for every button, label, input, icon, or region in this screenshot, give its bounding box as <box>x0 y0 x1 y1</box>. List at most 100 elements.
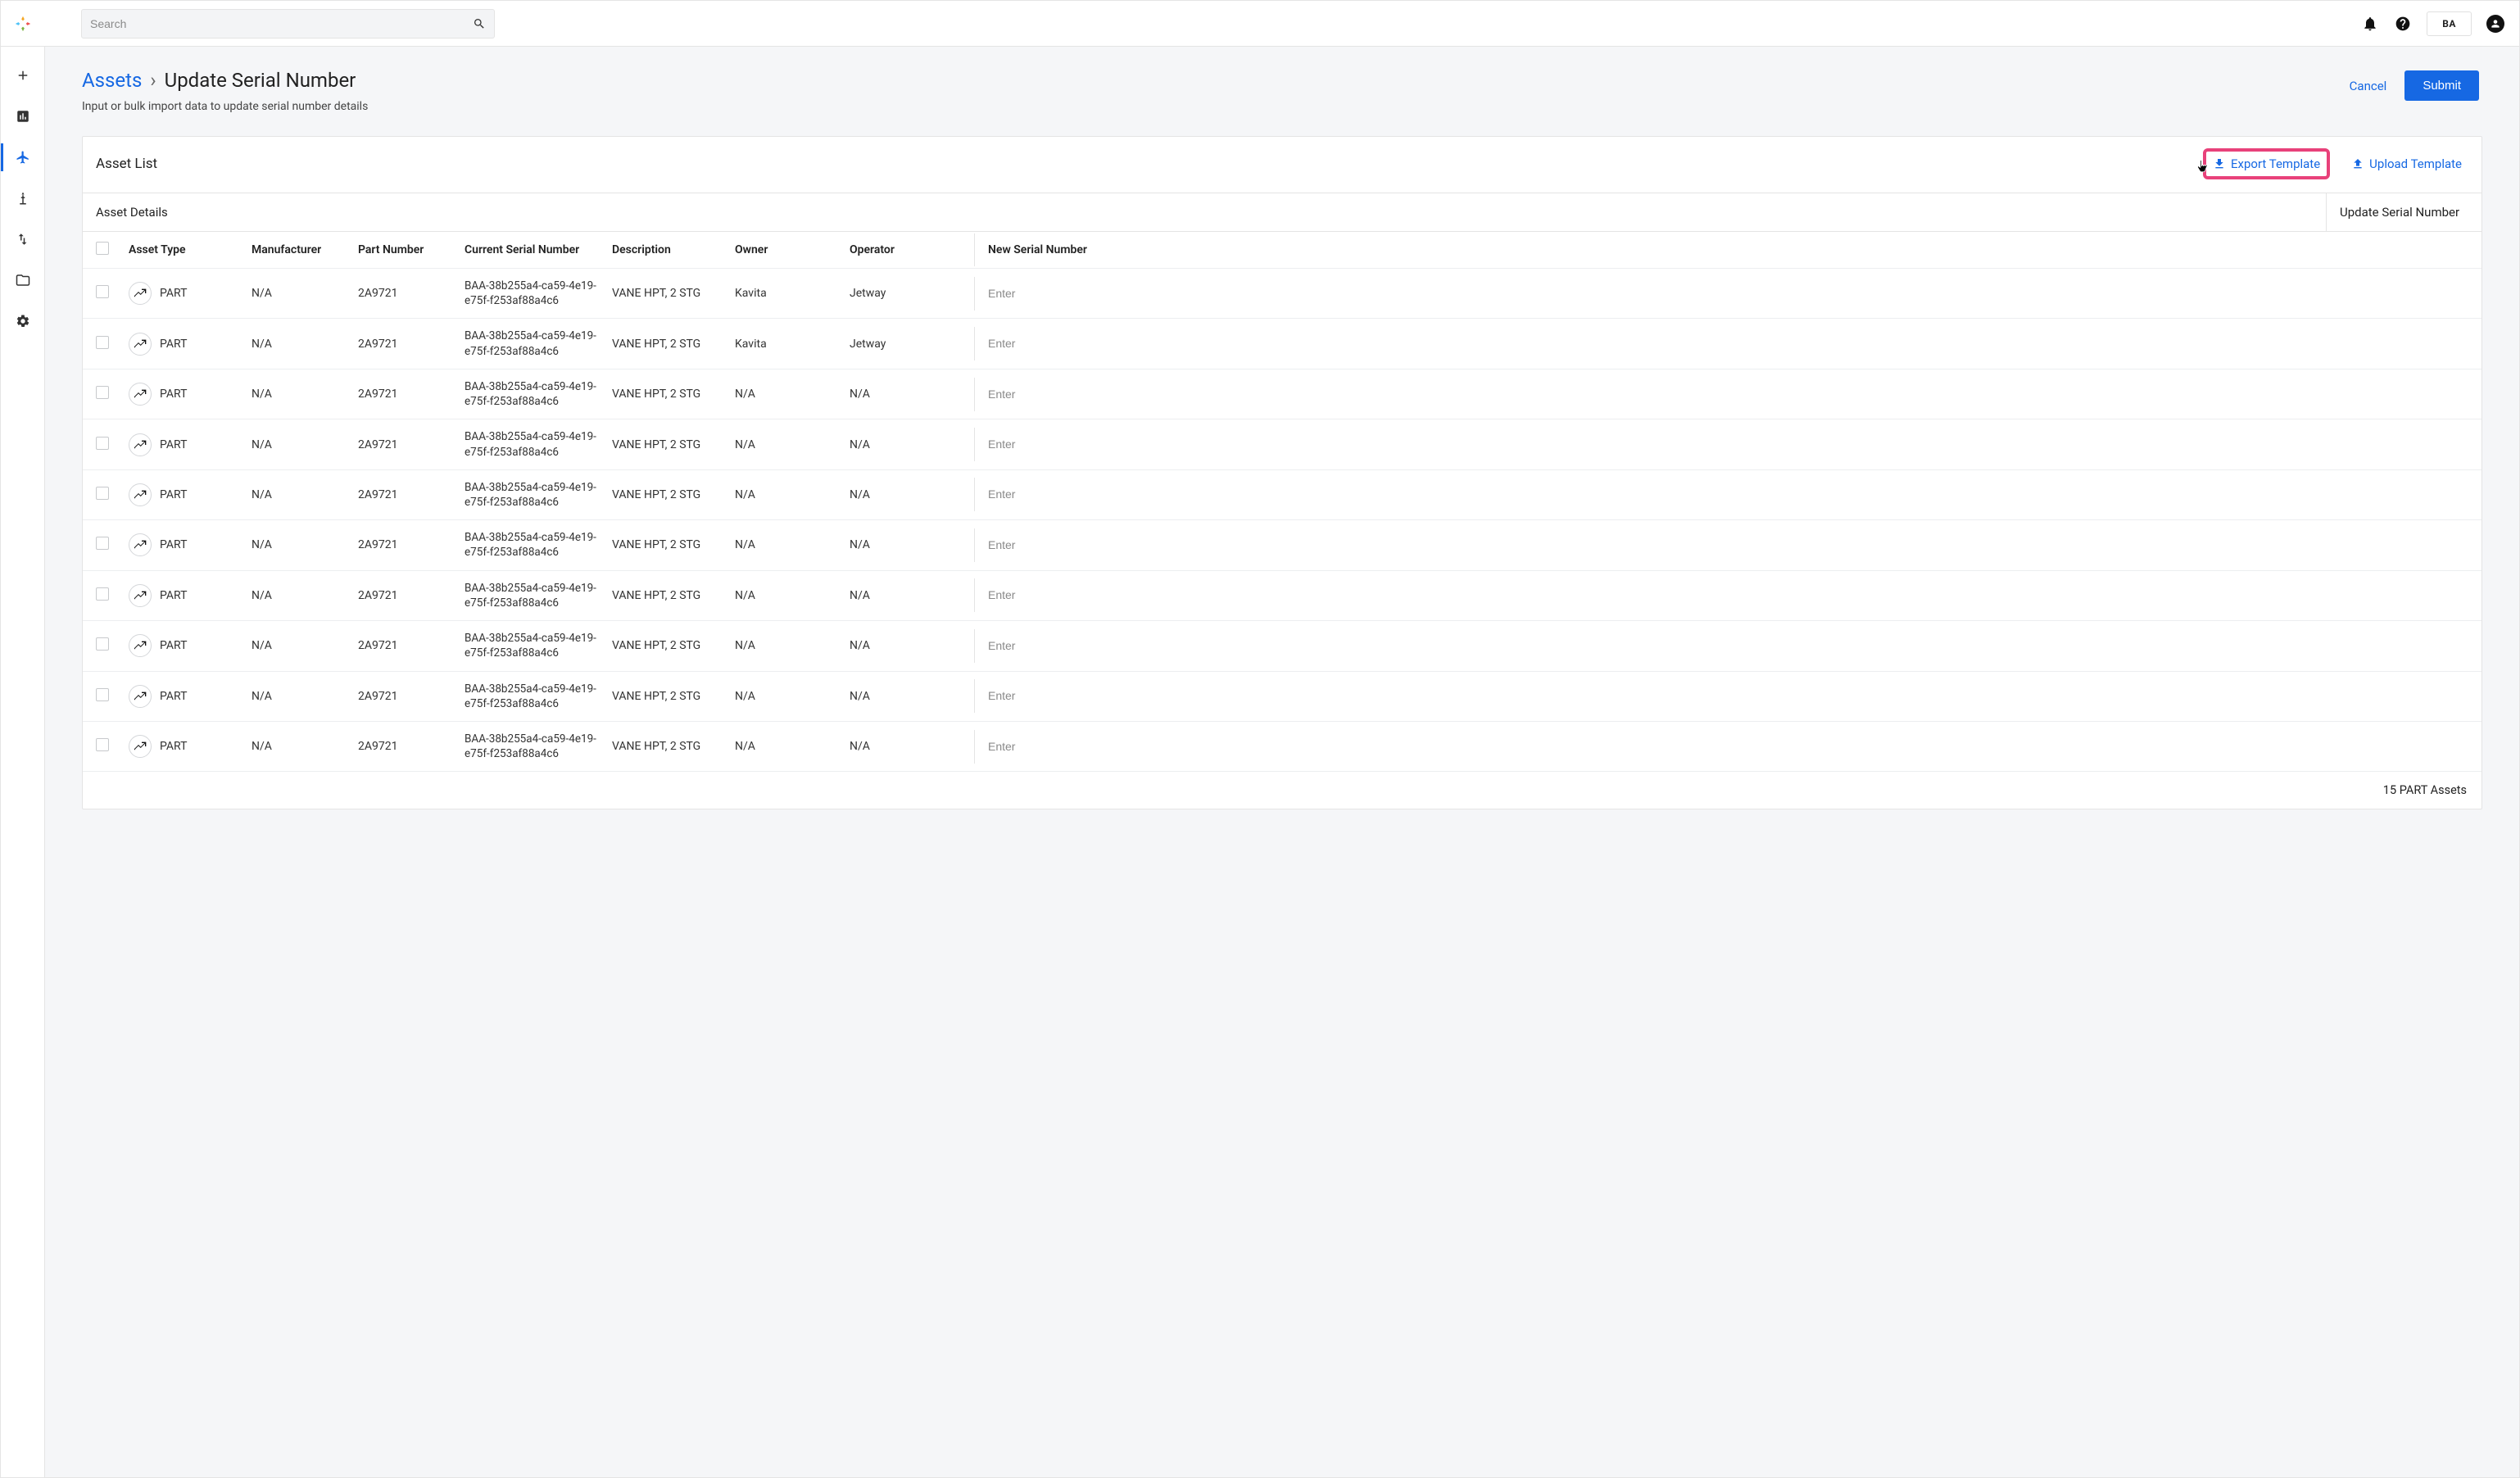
airplane-icon <box>16 150 30 165</box>
operator-value: N/A <box>843 629 974 662</box>
owner-value: Kavita <box>728 277 843 310</box>
plus-icon <box>16 68 30 83</box>
page-subtitle: Input or bulk import data to update seri… <box>82 100 2350 113</box>
search-box[interactable] <box>81 9 495 39</box>
asset-type-value: PART <box>160 488 187 501</box>
row-checkbox[interactable] <box>96 587 109 601</box>
new-serial-input[interactable] <box>988 538 1123 551</box>
part-icon <box>129 685 152 708</box>
current-serial-value: BAA-38b255a4-ca59-4e19-e75f-f253af88a4c6 <box>458 571 605 620</box>
description-value: VANE HPT, 2 STG <box>605 579 728 612</box>
breadcrumb-current: Update Serial Number <box>165 69 356 92</box>
row-checkbox[interactable] <box>96 386 109 399</box>
tower-icon <box>16 191 30 206</box>
row-checkbox[interactable] <box>96 688 109 701</box>
part-icon <box>129 584 152 607</box>
col-description: Description <box>605 233 728 266</box>
operator-value: N/A <box>843 528 974 561</box>
sidebar-item-add[interactable] <box>1 55 45 96</box>
operator-value: N/A <box>843 730 974 763</box>
operator-value: N/A <box>843 680 974 713</box>
new-serial-input[interactable] <box>988 438 1123 451</box>
row-checkbox[interactable] <box>96 285 109 298</box>
col-operator: Operator <box>843 233 974 266</box>
new-serial-input[interactable] <box>988 740 1123 753</box>
transfer-icon <box>16 232 30 247</box>
update-serial-heading: Update Serial Number <box>2326 193 2481 231</box>
description-value: VANE HPT, 2 STG <box>605 629 728 662</box>
part-number-value: 2A9721 <box>351 680 458 713</box>
row-checkbox[interactable] <box>96 487 109 500</box>
asset-details-heading: Asset Details <box>83 193 2326 231</box>
table-row: PARTN/A2A9721BAA-38b255a4-ca59-4e19-e75f… <box>83 470 2481 520</box>
part-icon <box>129 282 152 305</box>
manufacturer-value: N/A <box>245 277 351 310</box>
row-checkbox[interactable] <box>96 637 109 651</box>
row-checkbox[interactable] <box>96 336 109 349</box>
part-icon <box>129 483 152 506</box>
operator-value: N/A <box>843 428 974 461</box>
part-number-value: 2A9721 <box>351 378 458 410</box>
description-value: VANE HPT, 2 STG <box>605 528 728 561</box>
table-row: PARTN/A2A9721BAA-38b255a4-ca59-4e19-e75f… <box>83 722 2481 772</box>
search-input[interactable] <box>90 17 473 30</box>
new-serial-input[interactable] <box>988 487 1123 501</box>
current-serial-value: BAA-38b255a4-ca59-4e19-e75f-f253af88a4c6 <box>458 370 605 419</box>
main-content: Assets › Update Serial Number Input or b… <box>45 47 2519 1477</box>
new-serial-input[interactable] <box>988 689 1123 702</box>
asset-type-value: PART <box>160 287 187 300</box>
manufacturer-value: N/A <box>245 730 351 763</box>
current-serial-value: BAA-38b255a4-ca59-4e19-e75f-f253af88a4c6 <box>458 621 605 670</box>
operator-value: N/A <box>843 579 974 612</box>
upload-icon <box>2351 157 2364 170</box>
submit-button[interactable]: Submit <box>2404 70 2479 101</box>
part-number-value: 2A9721 <box>351 629 458 662</box>
sidebar-item-folder[interactable] <box>1 260 45 301</box>
breadcrumb-root[interactable]: Assets <box>82 69 142 92</box>
new-serial-input[interactable] <box>988 287 1123 300</box>
new-serial-input[interactable] <box>988 337 1123 350</box>
table-header: Asset Type Manufacturer Part Number Curr… <box>83 232 2481 269</box>
app-logo[interactable] <box>1 15 45 33</box>
description-value: VANE HPT, 2 STG <box>605 730 728 763</box>
operator-value: N/A <box>843 478 974 511</box>
description-value: VANE HPT, 2 STG <box>605 428 728 461</box>
upload-template-button[interactable]: Upload Template <box>2345 152 2468 176</box>
col-new-serial: New Serial Number <box>974 233 1130 266</box>
manufacturer-value: N/A <box>245 680 351 713</box>
user-initials[interactable]: BA <box>2427 11 2472 36</box>
cancel-button[interactable]: Cancel <box>2350 79 2387 93</box>
sidebar-item-settings[interactable] <box>1 301 45 342</box>
select-all-checkbox[interactable] <box>96 242 109 255</box>
download-icon <box>2213 157 2226 170</box>
cursor-pointer-icon <box>2195 159 2210 177</box>
part-number-value: 2A9721 <box>351 428 458 461</box>
col-manufacturer: Manufacturer <box>245 233 351 266</box>
row-checkbox[interactable] <box>96 537 109 550</box>
topbar: BA <box>1 1 2519 47</box>
sidebar-item-operations[interactable] <box>1 178 45 219</box>
export-template-button[interactable]: Export Template <box>2206 152 2327 176</box>
bell-icon <box>2362 16 2378 32</box>
logo-icon <box>14 15 32 33</box>
sidebar-item-assets[interactable] <box>1 137 45 178</box>
part-number-value: 2A9721 <box>351 478 458 511</box>
asset-type-value: PART <box>160 538 187 551</box>
help-button[interactable] <box>2394 15 2412 33</box>
row-checkbox[interactable] <box>96 437 109 450</box>
row-checkbox[interactable] <box>96 738 109 751</box>
new-serial-input[interactable] <box>988 588 1123 601</box>
new-serial-input[interactable] <box>988 388 1123 401</box>
table-row: PARTN/A2A9721BAA-38b255a4-ca59-4e19-e75f… <box>83 621 2481 671</box>
owner-value: N/A <box>728 629 843 662</box>
owner-value: N/A <box>728 528 843 561</box>
table-row: PARTN/A2A9721BAA-38b255a4-ca59-4e19-e75f… <box>83 269 2481 319</box>
notifications-button[interactable] <box>2361 15 2379 33</box>
current-serial-value: BAA-38b255a4-ca59-4e19-e75f-f253af88a4c6 <box>458 520 605 569</box>
sidebar-item-transfers[interactable] <box>1 219 45 260</box>
user-avatar[interactable] <box>2486 15 2504 33</box>
new-serial-input[interactable] <box>988 639 1123 652</box>
col-asset-type: Asset Type <box>122 233 245 266</box>
sidebar-item-dashboard[interactable] <box>1 96 45 137</box>
col-owner: Owner <box>728 233 843 266</box>
